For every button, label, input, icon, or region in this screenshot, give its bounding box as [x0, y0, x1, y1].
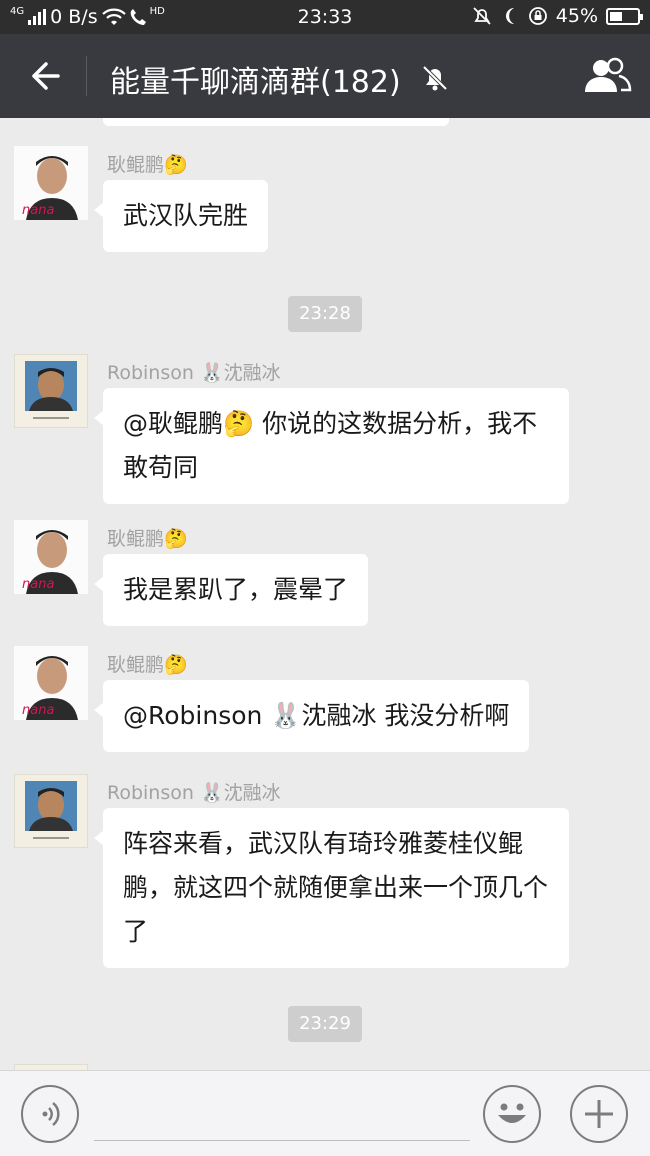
message-bubble[interactable]: @耿鲲鹏🤔 你说的这数据分析，我不敢苟同 — [94, 388, 569, 504]
svg-text:nana: nana — [22, 703, 54, 718]
plus-icon — [585, 1100, 613, 1128]
svg-text:nana: nana — [22, 577, 54, 592]
sender-name: Robinson 🐰沈融冰 — [107, 782, 281, 804]
message-bubble[interactable]: 武汉队完胜 — [93, 180, 269, 252]
message-bubble[interactable]: 阵容来看，武汉队有琦玲雅菱桂仪鲲鹏，就这四个就随便拿出来一个顶几个了 — [94, 808, 569, 968]
back-arrow-icon[interactable] — [26, 58, 62, 94]
timestamp: 23:29 — [288, 1006, 362, 1042]
input-bar — [0, 1070, 650, 1156]
timestamp: 23:28 — [288, 296, 362, 332]
lock-rotation-icon — [528, 7, 547, 25]
moon-icon — [505, 8, 514, 24]
message-input[interactable] — [94, 1085, 470, 1141]
avatar[interactable]: nana — [14, 146, 88, 220]
message-bubble[interactable]: 我是累趴了，震晕了 — [93, 554, 369, 626]
more-button[interactable] — [570, 1085, 628, 1143]
avatar[interactable] — [14, 354, 88, 428]
group-title: 能量千聊滴滴群(182) — [110, 65, 401, 100]
battery-fill — [610, 11, 622, 21]
smiley-icon — [498, 1103, 526, 1123]
voice-button[interactable] — [21, 1085, 79, 1143]
battery-percent: 45% — [555, 5, 598, 27]
message-bubble[interactable]: @Robinson 🐰沈融冰 我没分析啊 — [93, 680, 530, 752]
status-bar: 4G 0 B/s HD 23:33 45% — [0, 0, 650, 34]
previous-message-bubble[interactable] — [103, 118, 449, 126]
sender-name: 耿鲲鹏🤔 — [107, 528, 188, 550]
svg-text:nana: nana — [22, 203, 54, 218]
sender-name: Robinson 🐰沈融冰 — [107, 362, 281, 384]
group-members-icon[interactable] — [582, 56, 632, 96]
avatar[interactable] — [14, 774, 88, 848]
emoji-button[interactable] — [483, 1085, 541, 1143]
avatar[interactable]: nana — [14, 646, 88, 720]
header-divider — [86, 56, 87, 96]
sender-name: 耿鲲鹏🤔 — [107, 154, 188, 176]
battery-icon — [606, 7, 643, 25]
voice-icon — [42, 1102, 60, 1126]
avatar[interactable]: nana — [14, 520, 88, 594]
chat-header: 能量千聊滴滴群(182) — [0, 34, 650, 118]
notification-off-icon — [473, 7, 491, 25]
sender-name: 耿鲲鹏🤔 — [107, 654, 188, 676]
message-list[interactable]: nana 耿鲲鹏🤔 武汉队完胜 23:28 Robinson 🐰沈融冰 @耿鲲鹏… — [0, 118, 650, 1070]
bell-off-icon — [422, 65, 448, 91]
